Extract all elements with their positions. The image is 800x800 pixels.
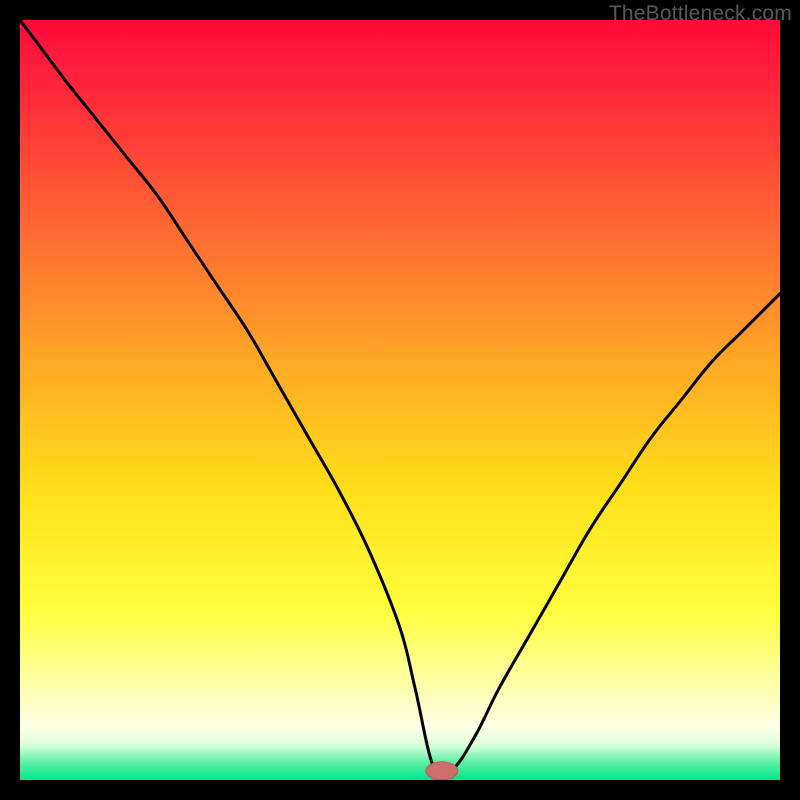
chart-stage: TheBottleneck.com <box>0 0 800 800</box>
plot-area <box>20 20 780 780</box>
gradient-background <box>20 20 780 780</box>
optimal-point-marker <box>426 762 458 780</box>
attribution-label: TheBottleneck.com <box>609 2 792 26</box>
bottleneck-chart <box>20 20 780 780</box>
